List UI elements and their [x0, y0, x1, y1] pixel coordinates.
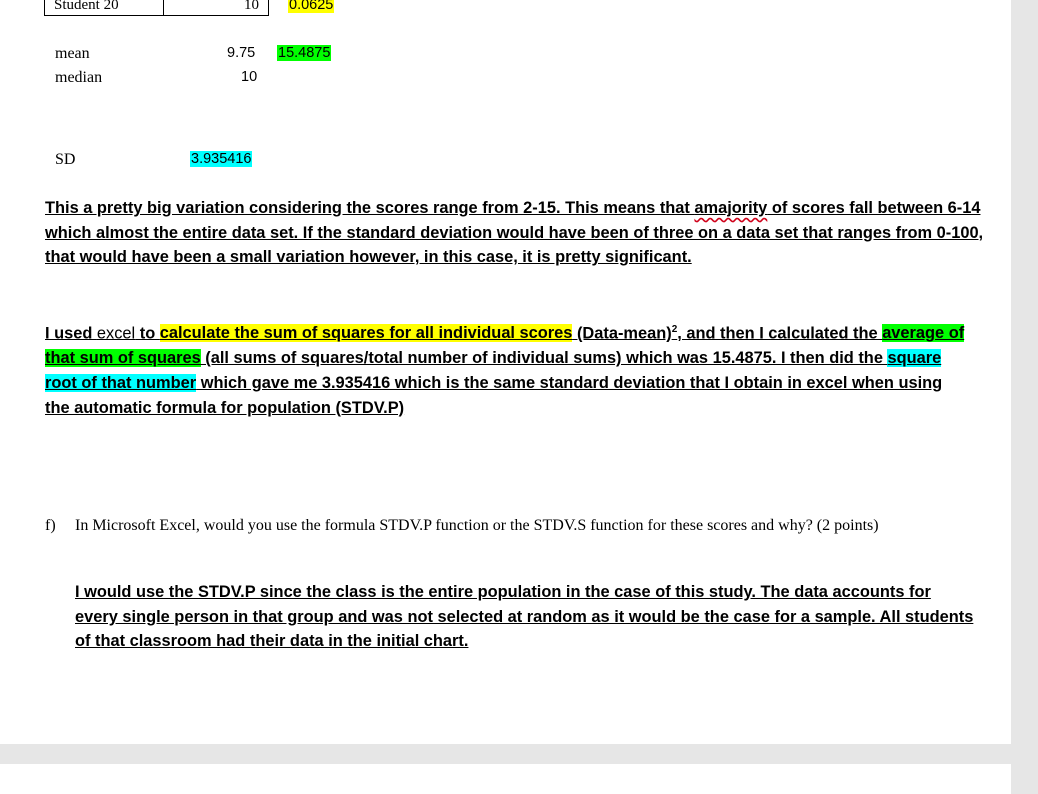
paragraph-text: (all sums of squares/total number of ind…	[200, 349, 888, 368]
median-value: 10	[241, 69, 258, 85]
squared-deviation-value: 0.0625	[288, 0, 335, 13]
table-cell-student: Student 20	[44, 0, 164, 16]
median-label: median	[55, 69, 103, 86]
next-page	[0, 764, 1011, 794]
sd-value: 3.935416	[190, 151, 253, 167]
variation-paragraph: This a pretty big variation considering …	[45, 196, 985, 270]
yellow-highlight: calculate the sum of squares for all ind…	[159, 324, 573, 343]
data-table: Student 20 10	[44, 0, 269, 16]
question-label: f)	[45, 517, 56, 534]
question-text: In Microsoft Excel, would you use the fo…	[75, 517, 879, 534]
paragraph-text: This a pretty big variation considering …	[45, 199, 695, 217]
paragraph-text: to	[135, 324, 160, 343]
misspelled-word[interactable]: amajority	[694, 199, 767, 217]
mean-label: mean	[55, 45, 90, 62]
paragraph-text: (Data-mean)	[572, 324, 672, 343]
method-paragraph: I used excel to calculate the sum of squ…	[45, 318, 970, 420]
document-page: Student 20 10 0.0625 mean 9.75 15.4875 m…	[0, 0, 1011, 744]
paragraph-text: , and then I calculated the	[677, 324, 883, 343]
paragraph-text: I used	[45, 324, 97, 343]
sd-label: SD	[55, 151, 76, 168]
mean-value: 9.75	[227, 45, 256, 61]
answer-f: I would use the STDV.P since the class i…	[75, 583, 974, 651]
table-cell-score: 10	[163, 0, 269, 16]
table-row: Student 20 10	[44, 0, 269, 16]
mean-squares-value: 15.4875	[277, 45, 332, 61]
excel-word: excel	[96, 324, 136, 343]
